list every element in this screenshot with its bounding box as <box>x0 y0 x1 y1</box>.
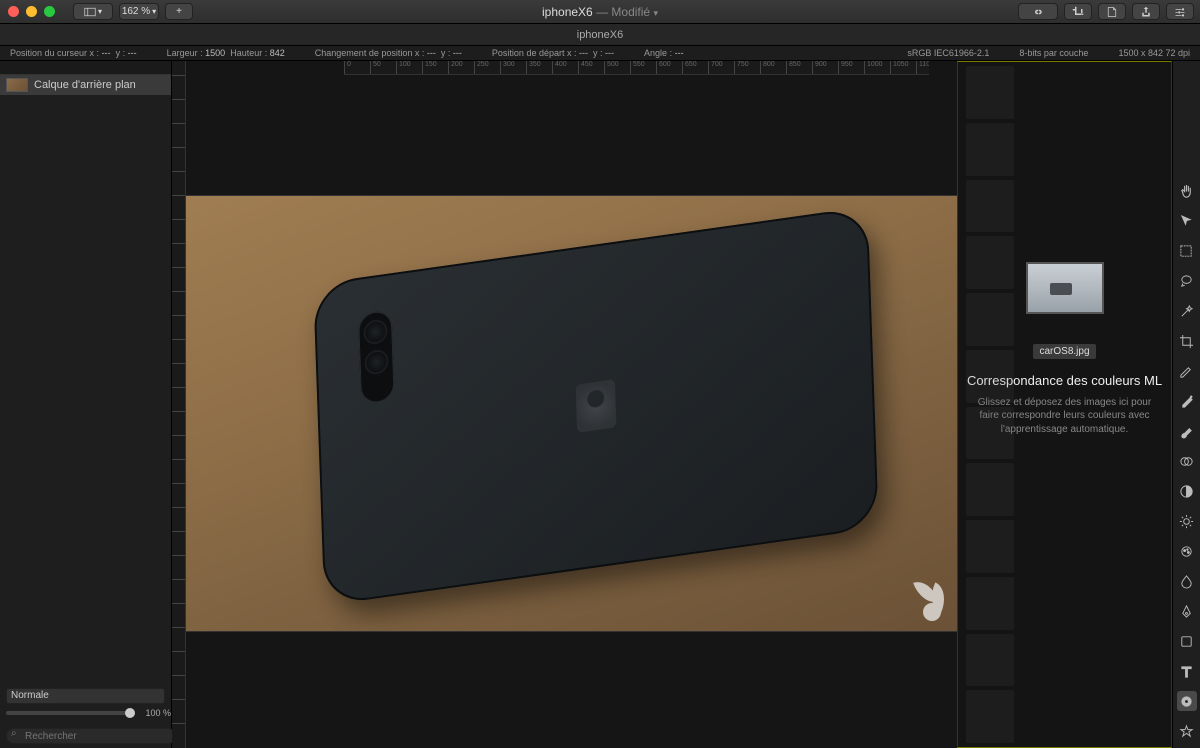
settings-button[interactable] <box>1166 3 1194 20</box>
search-icon: ⌕ <box>11 728 17 739</box>
star-icon[interactable] <box>1177 721 1197 741</box>
export-button[interactable] <box>1098 3 1126 20</box>
dodge-icon[interactable] <box>1177 511 1197 531</box>
hand-icon[interactable] <box>1177 181 1197 201</box>
tool-strip <box>1172 61 1200 748</box>
gradient-icon[interactable] <box>1177 481 1197 501</box>
layer-name: Calque d'arrière plan <box>34 79 136 91</box>
tab-bar: iphoneX6 <box>0 24 1200 46</box>
blend-mode-select[interactable]: Normale <box>6 688 165 704</box>
sponge-icon[interactable] <box>1177 541 1197 561</box>
titlebar: ▾ 162 %▾ + iphoneX6 — Modifié ▾ <box>0 0 1200 24</box>
eyedrop-icon[interactable] <box>1177 391 1197 411</box>
link-button[interactable] <box>1018 3 1058 20</box>
layer-row-background[interactable]: Calque d'arrière plan <box>0 75 171 95</box>
minimize-icon[interactable] <box>26 6 37 17</box>
opacity-value: 100 % <box>139 708 171 718</box>
watermark-icon <box>917 579 947 621</box>
canvas-image[interactable] <box>186 196 957 631</box>
layers-panel: Calque d'arrière plan Normale 100 % ⌕ ✻ <box>0 61 172 748</box>
canvas-area[interactable]: 0501001502002503003504004505005506006507… <box>172 61 957 748</box>
tab-active[interactable]: iphoneX6 <box>577 29 624 41</box>
close-icon[interactable] <box>8 6 19 17</box>
ruler-vertical <box>172 61 186 748</box>
magic-wand-icon[interactable] <box>1177 301 1197 321</box>
lasso-icon[interactable] <box>1177 271 1197 291</box>
move-icon[interactable] <box>1177 211 1197 231</box>
blur-icon[interactable] <box>1177 571 1197 591</box>
crop-button[interactable] <box>1064 3 1092 20</box>
view-mode-button[interactable]: ▾ <box>73 3 113 20</box>
maximize-icon[interactable] <box>44 6 55 17</box>
clone-icon[interactable] <box>1177 451 1197 471</box>
text-icon[interactable] <box>1177 661 1197 681</box>
ml-color-match-panel[interactable]: carOS8.jpg Correspondance des couleurs M… <box>957 61 1172 748</box>
phone-graphic <box>313 206 879 606</box>
ruler-horizontal: 0501001502002503003504004505005506006507… <box>344 61 929 75</box>
shape-icon[interactable] <box>1177 631 1197 651</box>
slice-icon[interactable] <box>1177 361 1197 381</box>
layer-search-input[interactable] <box>6 728 176 744</box>
zoom-select[interactable]: 162 %▾ <box>119 3 159 20</box>
window-controls <box>8 6 55 17</box>
crop-icon[interactable] <box>1177 331 1197 351</box>
ml-color-icon[interactable] <box>1177 691 1197 711</box>
info-bar: Position du curseur x : --- y : --- Larg… <box>0 46 1200 61</box>
share-button[interactable] <box>1132 3 1160 20</box>
ml-filename-chip: carOS8.jpg <box>1033 344 1095 359</box>
opacity-slider[interactable] <box>6 711 135 715</box>
zoom-add-button[interactable]: + <box>165 3 193 20</box>
layer-thumb <box>6 78 28 92</box>
window-title: iphoneX6 — Modifié ▾ <box>542 5 658 19</box>
ml-drop-thumbnail[interactable] <box>1026 262 1104 314</box>
pen-icon[interactable] <box>1177 601 1197 621</box>
brush-icon[interactable] <box>1177 421 1197 441</box>
marquee-icon[interactable] <box>1177 241 1197 261</box>
